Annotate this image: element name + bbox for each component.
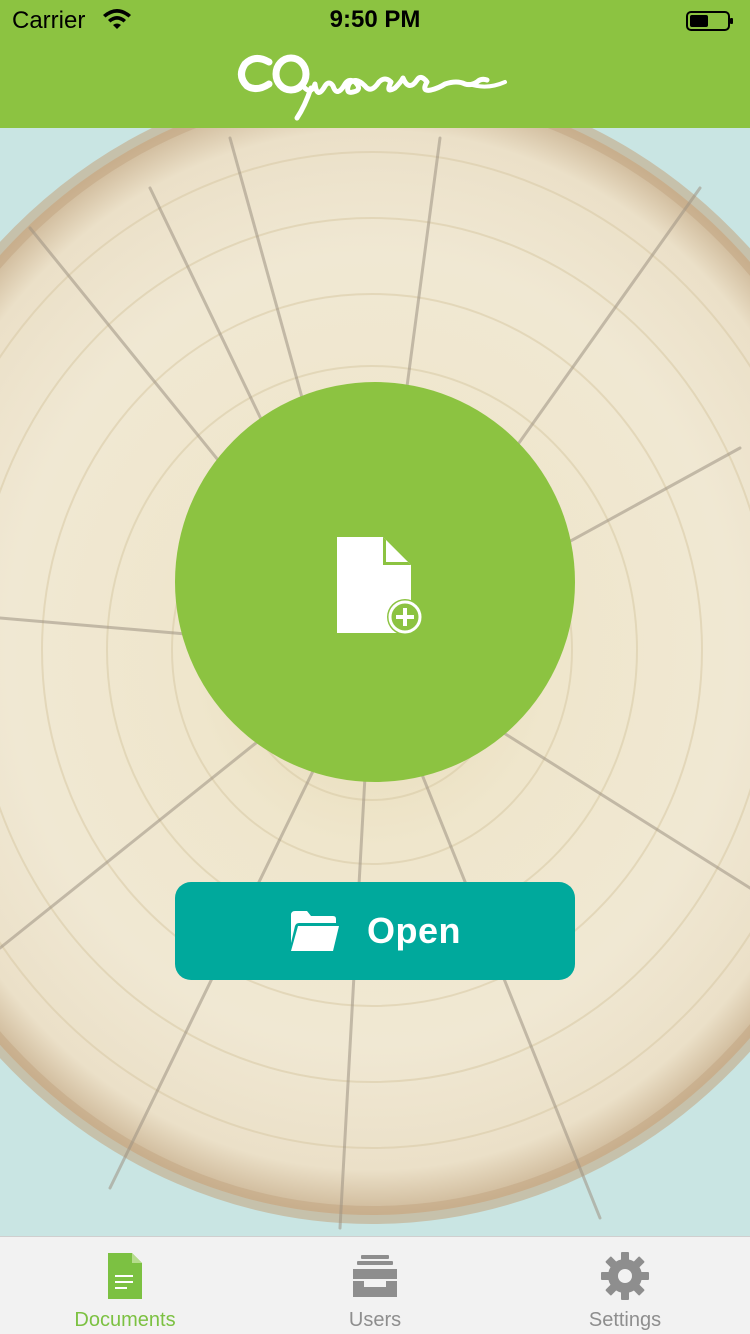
coweave-logo [0,40,750,128]
tab-settings-label: Settings [588,1309,662,1331]
open-button[interactable]: Open [175,882,575,980]
app-header: Carrier 9:50 PM [0,0,750,128]
tab-users[interactable]: Users [250,1237,500,1334]
new-document-icon [337,537,423,635]
logo-mark [238,54,507,121]
gear-icon [601,1252,649,1300]
tab-bar: Documents Users Settings [0,1236,750,1334]
tab-settings[interactable]: Settings [500,1237,750,1334]
battery-icon [686,11,733,31]
tab-users-label: Users [348,1309,402,1331]
tab-documents[interactable]: Documents [0,1237,250,1334]
inbox-stack-icon [353,1255,397,1297]
app-screen: Carrier 9:50 PM Open Documents Users Set… [0,0,750,1334]
status-bar: Carrier 9:50 PM [0,0,750,40]
document-icon [108,1253,142,1299]
folder-icon [290,911,339,951]
tab-documents-label: Documents [74,1309,176,1331]
clock: 9:50 PM [329,6,421,33]
open-label: Open [366,910,461,951]
new-document-button[interactable] [175,382,575,782]
